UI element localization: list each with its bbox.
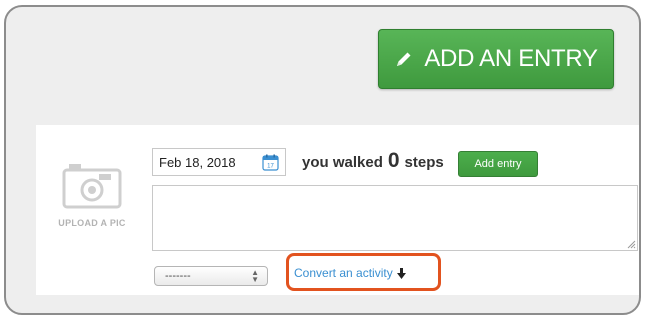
date-field[interactable]: Feb 18, 2018 17 bbox=[152, 148, 286, 176]
activity-select-value: ------- bbox=[165, 270, 191, 282]
arrow-down-icon bbox=[396, 267, 406, 279]
pencil-icon bbox=[394, 49, 414, 69]
convert-activity-link[interactable]: Convert an activity bbox=[294, 266, 406, 280]
calendar-icon[interactable]: 17 bbox=[262, 154, 279, 171]
activity-select[interactable]: ------- ▲ ▼ bbox=[154, 266, 268, 286]
entry-card: UPLOAD A PIC Feb 18, 2018 17 you walked … bbox=[36, 125, 639, 295]
add-an-entry-label: ADD AN ENTRY bbox=[424, 45, 598, 72]
steps-suffix: steps bbox=[404, 154, 444, 171]
notes-textarea[interactable] bbox=[152, 185, 638, 251]
resize-grip-icon[interactable] bbox=[626, 239, 636, 249]
camera-icon bbox=[62, 164, 122, 209]
steps-summary: you walked 0 steps bbox=[302, 149, 444, 172]
svg-text:17: 17 bbox=[267, 164, 274, 170]
add-an-entry-button[interactable]: ADD AN ENTRY bbox=[378, 29, 614, 89]
upload-pic-button[interactable]: UPLOAD A PIC bbox=[42, 152, 142, 252]
walked-prefix: you walked bbox=[302, 154, 383, 171]
convert-activity-label: Convert an activity bbox=[294, 266, 393, 280]
add-entry-button[interactable]: Add entry bbox=[458, 151, 538, 177]
steps-count: 0 bbox=[387, 149, 400, 172]
upload-pic-label: UPLOAD A PIC bbox=[58, 218, 126, 228]
select-arrows-icon: ▲ ▼ bbox=[251, 268, 259, 284]
entry-panel: ADD AN ENTRY UPLOAD A PIC Feb 18, 2018 1… bbox=[4, 5, 641, 315]
date-value: Feb 18, 2018 bbox=[159, 154, 236, 170]
